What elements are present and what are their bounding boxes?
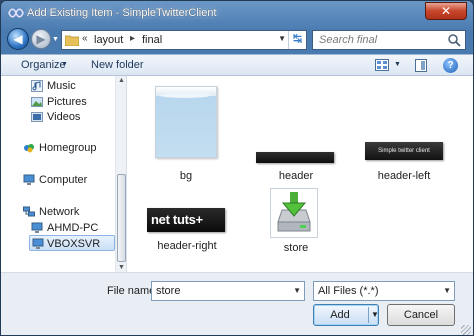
image-thumbnail: Simple twitter client <box>365 142 443 160</box>
command-toolbar: Organize ▼ New folder ▼ ? <box>1 54 473 76</box>
sidebar-item-label: AHMD-PC <box>47 222 99 234</box>
sidebar-item-label: Homegroup <box>39 142 97 154</box>
image-thumbnail <box>256 152 334 163</box>
file-name: bg <box>179 170 193 182</box>
visual-studio-icon <box>8 8 24 18</box>
chevron-down-icon[interactable]: ▼ <box>443 286 451 295</box>
file-item-header-right[interactable]: net tuts+ header-right <box>142 204 232 260</box>
title-bar[interactable]: Add Existing Item - SimpleTwitterClient … <box>1 1 473 27</box>
close-button[interactable]: ✕ <box>425 2 467 20</box>
sidebar-item-label: Network <box>39 206 80 218</box>
breadcrumb-layout[interactable]: layout <box>94 34 123 46</box>
sidebar-item-label: Pictures <box>47 96 87 108</box>
file-name: store <box>283 242 309 254</box>
file-item-store[interactable]: store <box>256 186 336 260</box>
preview-pane-icon[interactable] <box>415 59 427 72</box>
sidebar-item-vboxsvr[interactable]: VBOXSVR <box>29 235 115 251</box>
back-arrow-icon: ◀ <box>13 32 23 46</box>
cancel-button[interactable]: Cancel <box>387 304 455 326</box>
file-list: bg header Simple twitter client header-l… <box>128 76 473 272</box>
add-options-icon[interactable]: ▼ <box>371 310 379 319</box>
folder-icon <box>65 35 79 46</box>
file-type-value: All Files (*.*) <box>318 285 379 297</box>
file-name-value: store <box>156 285 181 297</box>
scrollbar-thumb[interactable] <box>117 174 126 262</box>
search-placeholder: Search final <box>319 34 378 46</box>
sidebar-item-label: Computer <box>39 174 88 186</box>
file-name: header <box>278 170 314 182</box>
sidebar-item-label: VBOXSVR <box>47 238 101 250</box>
computer-icon <box>31 222 43 233</box>
address-dropdown-icon[interactable]: ▼ <box>278 34 286 43</box>
chevron-down-icon[interactable]: ▼ <box>61 61 68 68</box>
resize-grip-icon[interactable] <box>461 325 471 335</box>
dialog-window: Add Existing Item - SimpleTwitterClient … <box>0 0 474 336</box>
network-icon <box>23 206 35 217</box>
computer-icon <box>32 238 44 249</box>
videos-icon <box>31 112 43 122</box>
cancel-button-label: Cancel <box>403 309 439 321</box>
content-area: Music Pictures Videos Homegroup Computer… <box>1 76 473 272</box>
thumbnail-text: net tuts+ <box>151 212 203 227</box>
sidebar-scrollbar[interactable]: ▲ ▼ <box>115 76 126 272</box>
scroll-up-icon[interactable]: ▲ <box>118 77 125 84</box>
file-item-header[interactable]: header <box>250 136 342 186</box>
file-name: header-left <box>377 170 431 182</box>
add-button-label: Add <box>330 309 350 321</box>
address-bar[interactable]: « layout ▸ final ▼ ↹ <box>61 30 307 50</box>
new-folder-button[interactable]: New folder <box>91 59 144 71</box>
computer-icon <box>23 174 35 185</box>
help-icon[interactable]: ? <box>443 58 458 73</box>
file-item-header-left[interactable]: Simple twitter client header-left <box>358 136 450 186</box>
chevron-down-icon[interactable]: ▼ <box>293 286 301 295</box>
search-icon[interactable] <box>447 33 461 47</box>
image-thumbnail <box>155 86 217 158</box>
sidebar-item-label: Music <box>47 80 76 92</box>
views-dropdown-icon[interactable]: ▼ <box>394 61 401 68</box>
dialog-footer: File name: store ▼ All Files (*.*) ▼ Add… <box>1 272 473 335</box>
sidebar-item-label: Videos <box>47 111 81 123</box>
navigation-bar: ◀ ▶ ▼ « layout ▸ final ▼ ↹ Search final <box>1 27 473 53</box>
forward-button[interactable]: ▶ <box>31 29 51 49</box>
homegroup-icon <box>24 144 34 153</box>
image-thumbnail: net tuts+ <box>147 208 225 232</box>
breadcrumb-final[interactable]: final <box>142 34 162 46</box>
history-dropdown-icon[interactable]: ▼ <box>52 36 60 44</box>
path-overflow-icon[interactable]: « <box>82 33 88 44</box>
search-input[interactable]: Search final <box>312 30 466 50</box>
breadcrumb-separator-icon[interactable]: ▸ <box>130 33 135 44</box>
pictures-icon <box>31 97 43 107</box>
file-name-field[interactable]: store ▼ <box>151 281 305 301</box>
file-name: header-right <box>157 240 217 252</box>
window-title: Add Existing Item - SimpleTwitterClient <box>27 7 217 19</box>
back-button[interactable]: ◀ <box>7 28 29 50</box>
add-button[interactable]: Add ▼ <box>313 304 379 326</box>
change-view-icon[interactable] <box>375 59 389 71</box>
forward-arrow-icon: ▶ <box>36 32 46 46</box>
music-icon <box>31 80 43 92</box>
drive-download-icon <box>270 188 318 238</box>
refresh-icon[interactable]: ↹ <box>288 31 306 49</box>
file-type-select[interactable]: All Files (*.*) ▼ <box>313 281 455 301</box>
file-item-bg[interactable]: bg <box>144 84 228 184</box>
navigation-pane: Music Pictures Videos Homegroup Computer… <box>1 76 127 272</box>
organize-button[interactable]: Organize <box>21 59 66 71</box>
scroll-down-icon[interactable]: ▼ <box>118 264 125 271</box>
split-divider <box>368 307 369 323</box>
